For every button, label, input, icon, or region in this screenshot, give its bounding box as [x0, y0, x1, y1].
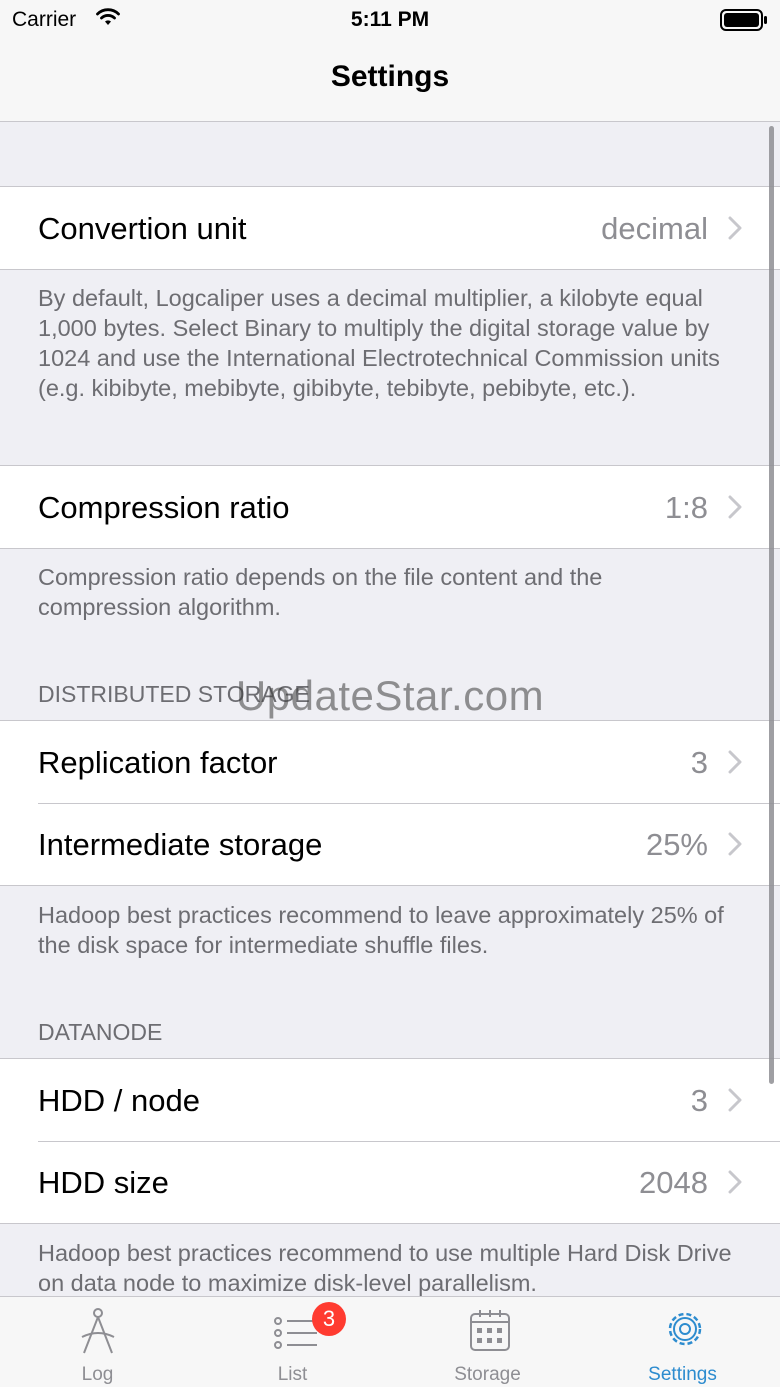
conversion-unit-cell[interactable]: Convertion unit decimal [0, 187, 780, 269]
tab-bar: Log List Storage Settings [0, 1296, 780, 1387]
chevron-right-icon [728, 1170, 742, 1199]
tab-settings[interactable]: Settings [585, 1297, 780, 1387]
tab-log-label: Log [81, 1364, 114, 1385]
calendar-icon [470, 1310, 510, 1351]
tab-log[interactable]: Log [0, 1297, 195, 1387]
conversion-unit-label: Convertion unit [38, 211, 247, 246]
chevron-right-icon [728, 750, 742, 779]
chevron-right-icon [728, 216, 742, 245]
compression-ratio-label: Compression ratio [38, 490, 290, 525]
tab-storage-label: Storage [454, 1364, 521, 1385]
distributed-storage-group: Replication factor 3 Intermediate storag… [0, 720, 780, 886]
datanode-footer: Hadoop best practices recommend to use m… [38, 1240, 732, 1296]
datanode-group: HDD / node 3 HDD size 2048 [0, 1058, 780, 1224]
status-time: 5:11 PM [350, 8, 430, 31]
unit-group: Convertion unit decimal [0, 186, 780, 270]
page-title: Settings [330, 60, 450, 93]
gear-icon [668, 1312, 702, 1346]
replication-factor-value: 3 [690, 745, 708, 780]
intermediate-storage-value: 25% [645, 827, 708, 862]
tab-list-label: List [277, 1364, 308, 1385]
chevron-right-icon [728, 495, 742, 524]
tab-list[interactable]: List [195, 1297, 390, 1387]
hdd-per-node-label: HDD / node [38, 1083, 200, 1118]
chevron-right-icon [728, 1088, 742, 1117]
hdd-size-cell[interactable]: HDD size 2048 [0, 1141, 780, 1223]
chevron-right-icon [728, 832, 742, 861]
battery-icon [720, 9, 768, 37]
hdd-size-label: HDD size [38, 1165, 169, 1200]
watermark: UpdateStar.com [235, 672, 545, 719]
intermediate-storage-cell[interactable]: Intermediate storage 25% [0, 803, 780, 885]
conversion-unit-footer: By default, Logcaliper uses a decimal mu… [38, 285, 720, 401]
distributed-storage-footer: Hadoop best practices recommend to leave… [38, 902, 724, 958]
tab-storage[interactable]: Storage [390, 1297, 585, 1387]
conversion-unit-value: decimal [601, 211, 708, 246]
caliper-icon [81, 1308, 115, 1354]
compression-ratio-value: 1:8 [664, 490, 708, 525]
datanode-header: DATANODE [38, 1019, 163, 1045]
hdd-per-node-cell[interactable]: HDD / node 3 [0, 1059, 780, 1141]
replication-factor-cell[interactable]: Replication factor 3 [0, 721, 780, 803]
hdd-per-node-value: 3 [690, 1083, 708, 1118]
list-badge: 3 [312, 1302, 346, 1336]
hdd-size-value: 2048 [639, 1165, 708, 1200]
status-bar: Carrier 5:11 PM [0, 0, 780, 40]
compression-group: Compression ratio 1:8 [0, 465, 780, 549]
replication-factor-label: Replication factor [38, 745, 278, 780]
intermediate-storage-label: Intermediate storage [38, 827, 323, 862]
compression-ratio-footer: Compression ratio depends on the file co… [38, 564, 603, 620]
scroll-indicator[interactable] [769, 126, 774, 1084]
compression-ratio-cell[interactable]: Compression ratio 1:8 [0, 466, 780, 548]
tab-settings-label: Settings [648, 1364, 717, 1385]
navigation-bar: Settings [0, 40, 780, 122]
